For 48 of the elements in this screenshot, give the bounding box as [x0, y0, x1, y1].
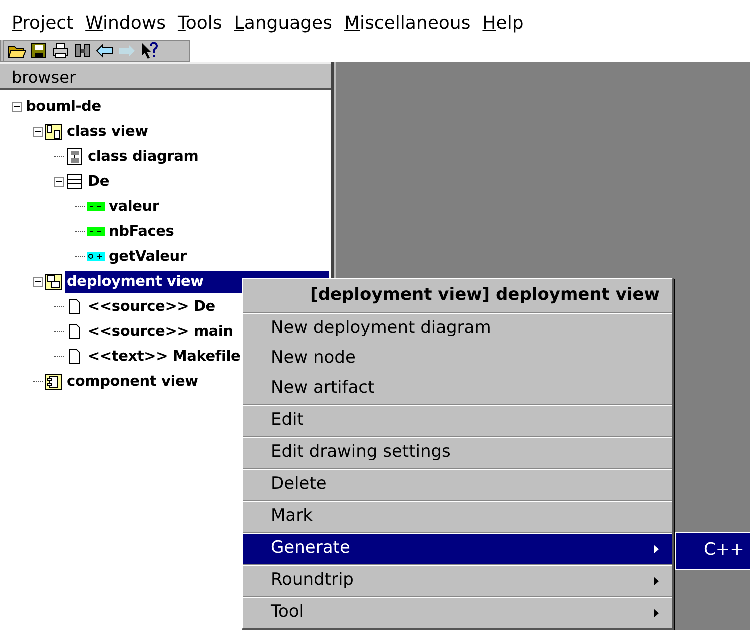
- attribute-icon: [87, 202, 105, 211]
- menu-item[interactable]: Edit: [243, 406, 672, 436]
- operation-icon: [87, 252, 105, 261]
- collapse-icon[interactable]: [33, 126, 43, 136]
- class-icon: [66, 172, 84, 190]
- menu-item[interactable]: Generate: [243, 534, 672, 564]
- menu-item[interactable]: Languages: [234, 8, 333, 40]
- package-icon: [45, 122, 63, 140]
- menu-item[interactable]: Project: [12, 8, 74, 40]
- tree-item[interactable]: <<source>> main: [86, 320, 236, 342]
- printer-icon[interactable]: [52, 42, 70, 60]
- pointer-help-icon[interactable]: [140, 42, 158, 60]
- tree-item[interactable]: getValeur: [107, 246, 189, 268]
- attribute-icon: [87, 227, 105, 236]
- diagram-icon: [66, 148, 84, 166]
- tree-item[interactable]: <<source>> De: [86, 296, 218, 318]
- tree-item[interactable]: De: [86, 170, 112, 192]
- tree-item[interactable]: component view: [65, 370, 200, 392]
- menu-item[interactable]: New artifact: [243, 374, 672, 404]
- menu-item[interactable]: Help: [482, 8, 524, 40]
- tree-item[interactable]: bouml-de: [24, 96, 104, 118]
- package-icon: [45, 372, 63, 390]
- tree-item[interactable]: nbFaces: [107, 220, 176, 242]
- menu-item[interactable]: New deployment diagram: [243, 314, 672, 344]
- tree-item[interactable]: <<text>> Makefile: [86, 346, 243, 368]
- binoculars-icon[interactable]: [74, 42, 92, 60]
- collapse-icon[interactable]: [33, 276, 43, 286]
- pane-title: browser: [0, 62, 331, 90]
- menu-item[interactable]: Roundtrip: [243, 566, 672, 596]
- package-icon: [45, 272, 63, 290]
- menu-item[interactable]: New node: [243, 344, 672, 374]
- collapse-icon[interactable]: [12, 102, 22, 112]
- tree-item[interactable]: class view: [65, 120, 150, 142]
- floppy-disk-icon[interactable]: [30, 42, 48, 60]
- tree-item[interactable]: class diagram: [86, 146, 201, 168]
- menu-item[interactable]: Tools: [178, 8, 222, 40]
- menu-item[interactable]: Edit drawing settings: [243, 438, 672, 468]
- menu-item[interactable]: Miscellaneous: [344, 8, 471, 40]
- submenu-arrow-icon: [654, 576, 660, 586]
- menu-item[interactable]: Delete: [243, 470, 672, 500]
- collapse-icon[interactable]: [54, 176, 64, 186]
- left-arrow-icon[interactable]: [96, 42, 114, 60]
- submenu-arrow-icon: [654, 544, 660, 554]
- menu-item[interactable]: Mark: [243, 502, 672, 532]
- submenu-arrow-icon: [654, 608, 660, 618]
- tree-item[interactable]: valeur: [107, 196, 162, 218]
- menu-item[interactable]: Windows: [86, 8, 166, 40]
- menu-item[interactable]: Tool: [243, 598, 672, 628]
